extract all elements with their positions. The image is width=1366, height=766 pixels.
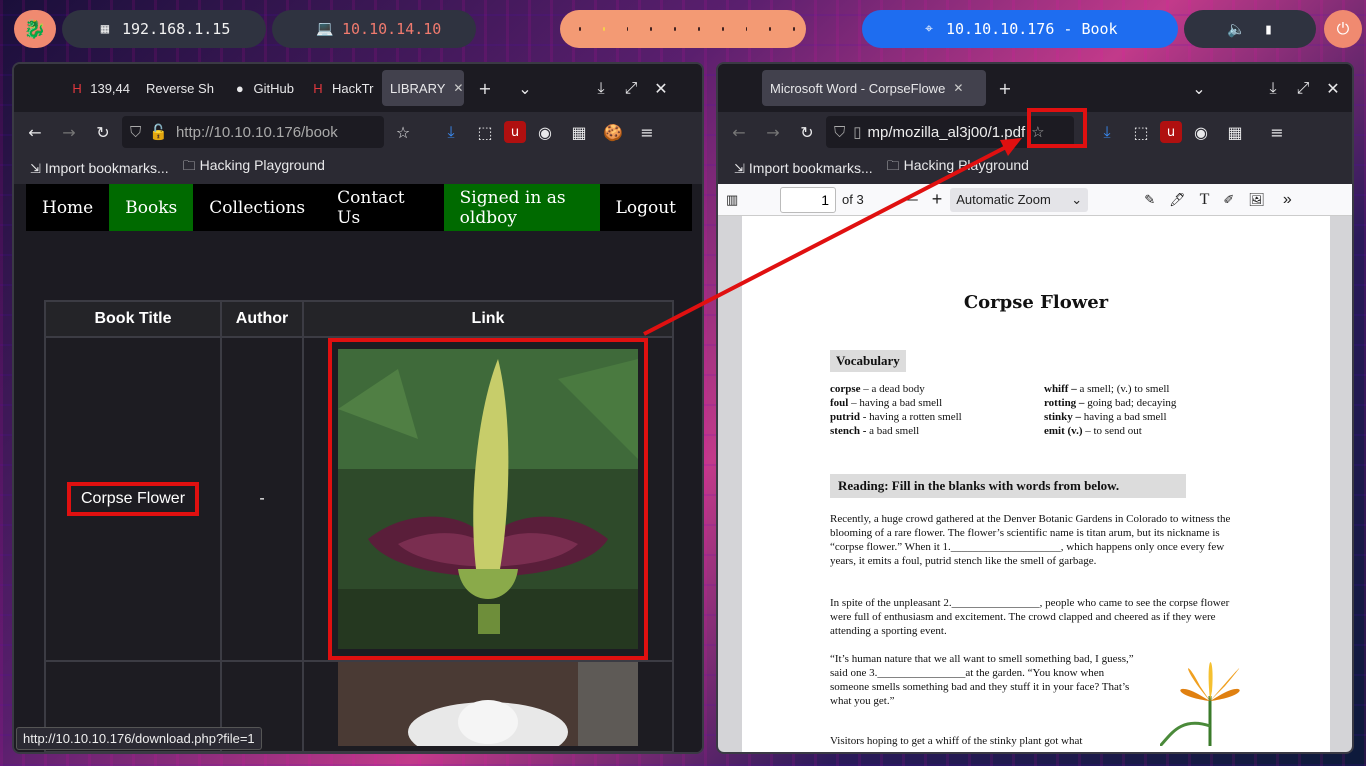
annotation-arrow (643, 138, 1022, 336)
